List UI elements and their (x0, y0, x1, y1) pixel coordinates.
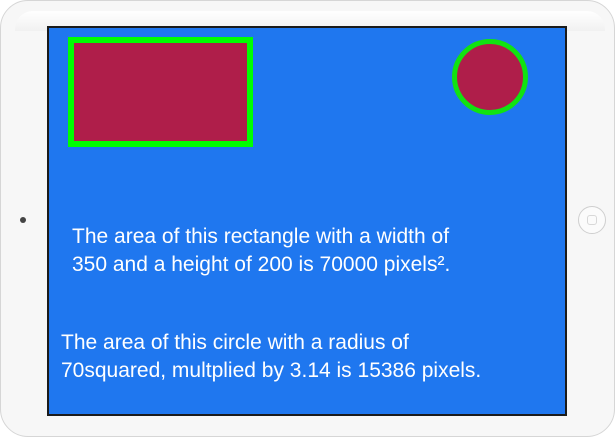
app-screen: The area of this rectangle with a width … (47, 26, 567, 416)
rectangle-shape (68, 37, 253, 147)
tablet-device-frame: The area of this rectangle with a width … (0, 0, 615, 437)
rectangle-message-line-1: The area of this rectangle with a width … (72, 225, 450, 248)
camera-icon (20, 217, 26, 223)
circle-area-message: The area of this circle with a radius of… (61, 329, 481, 385)
circle-shape (452, 39, 528, 115)
circle-message-line-2: 70squared, multplied by 3.14 is 15386 pi… (61, 359, 482, 382)
home-button-inner-icon (587, 215, 597, 225)
rectangle-area-message: The area of this rectangle with a width … (72, 223, 450, 279)
rectangle-message-line-2: 350 and a height of 200 is 70000 pixels²… (72, 253, 451, 276)
home-button-icon[interactable] (578, 206, 606, 234)
circle-message-line-1: The area of this circle with a radius of (61, 331, 409, 354)
